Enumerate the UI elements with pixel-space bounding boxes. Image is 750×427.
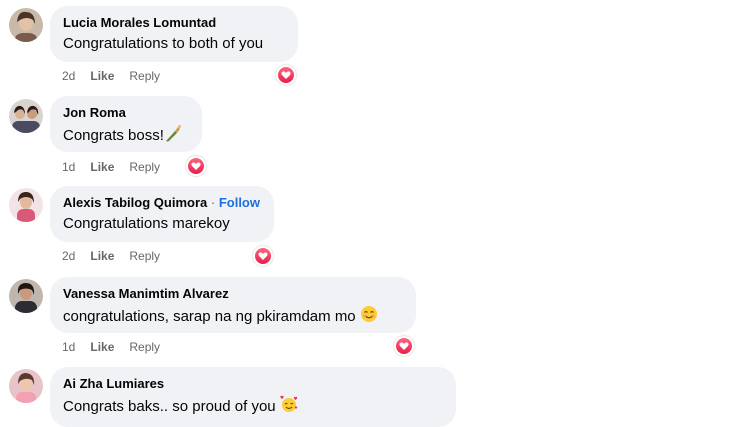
separator-dot: ·: [210, 195, 216, 210]
reaction-badge[interactable]: [394, 336, 414, 356]
like-button[interactable]: Like: [90, 249, 114, 263]
smiling-face-emoji: [360, 306, 377, 322]
comment-bubble: Jon Roma Congrats boss!: [50, 96, 202, 152]
comment-time[interactable]: 2d: [62, 249, 75, 263]
commenter-name[interactable]: Jon Roma: [63, 105, 190, 121]
champagne-bottle-emoji: [165, 125, 181, 142]
reaction-badge[interactable]: [253, 246, 273, 266]
comment-actions: 2d Like Reply: [62, 248, 175, 264]
smiling-face-with-hearts-emoji: [280, 395, 298, 412]
commenter-name[interactable]: Vanessa Manimtim Alvarez: [63, 286, 404, 302]
commenter-name[interactable]: Lucia Morales Lomuntad: [63, 15, 286, 31]
reaction-badge[interactable]: [276, 65, 296, 85]
comment-time[interactable]: 2d: [62, 69, 75, 83]
comment-actions: 2d Like Reply: [62, 68, 175, 84]
comment-actions: 1d Like Reply: [62, 339, 175, 355]
comment-text: Congrats baks.. so proud of you: [63, 395, 444, 417]
reply-button[interactable]: Reply: [129, 249, 160, 263]
reply-button[interactable]: Reply: [129, 340, 160, 354]
heart-icon: [188, 158, 204, 174]
comment-text: Congratulations to both of you: [63, 35, 264, 52]
commenter-name: Alexis Tabilog Quimora · Follow: [63, 195, 262, 211]
commenter-name[interactable]: Ai Zha Lumiares: [63, 376, 444, 392]
like-button[interactable]: Like: [90, 160, 114, 174]
comment-text: Congratulations marekoy: [63, 215, 230, 232]
comment-text: congratulations, sarap na ng pkiramdam m…: [63, 305, 404, 327]
reaction-badge[interactable]: [186, 156, 206, 176]
like-button[interactable]: Like: [90, 69, 114, 83]
commenter-name-link[interactable]: Alexis Tabilog Quimora: [63, 195, 207, 210]
reply-button[interactable]: Reply: [129, 160, 160, 174]
comment-bubble: Alexis Tabilog Quimora · Follow Congratu…: [50, 186, 274, 242]
comment-text: Congrats boss!: [63, 124, 190, 146]
avatar[interactable]: [9, 369, 43, 403]
heart-icon: [278, 67, 294, 83]
like-button[interactable]: Like: [90, 340, 114, 354]
comment-bubble: Ai Zha Lumiares Congrats baks.. so proud…: [50, 367, 456, 427]
comment-bubble: Vanessa Manimtim Alvarez congratulations…: [50, 277, 416, 333]
heart-icon: [255, 248, 271, 264]
avatar[interactable]: [9, 279, 43, 313]
follow-button[interactable]: Follow: [219, 195, 260, 210]
avatar[interactable]: [9, 8, 43, 42]
reply-button[interactable]: Reply: [129, 69, 160, 83]
comment-time[interactable]: 1d: [62, 160, 75, 174]
avatar[interactable]: [9, 99, 43, 133]
comment-bubble: Lucia Morales Lomuntad Congratulations t…: [50, 6, 298, 62]
comment-time[interactable]: 1d: [62, 340, 75, 354]
comment-actions: 1d Like Reply: [62, 159, 175, 175]
heart-icon: [396, 338, 412, 354]
avatar[interactable]: [9, 188, 43, 222]
